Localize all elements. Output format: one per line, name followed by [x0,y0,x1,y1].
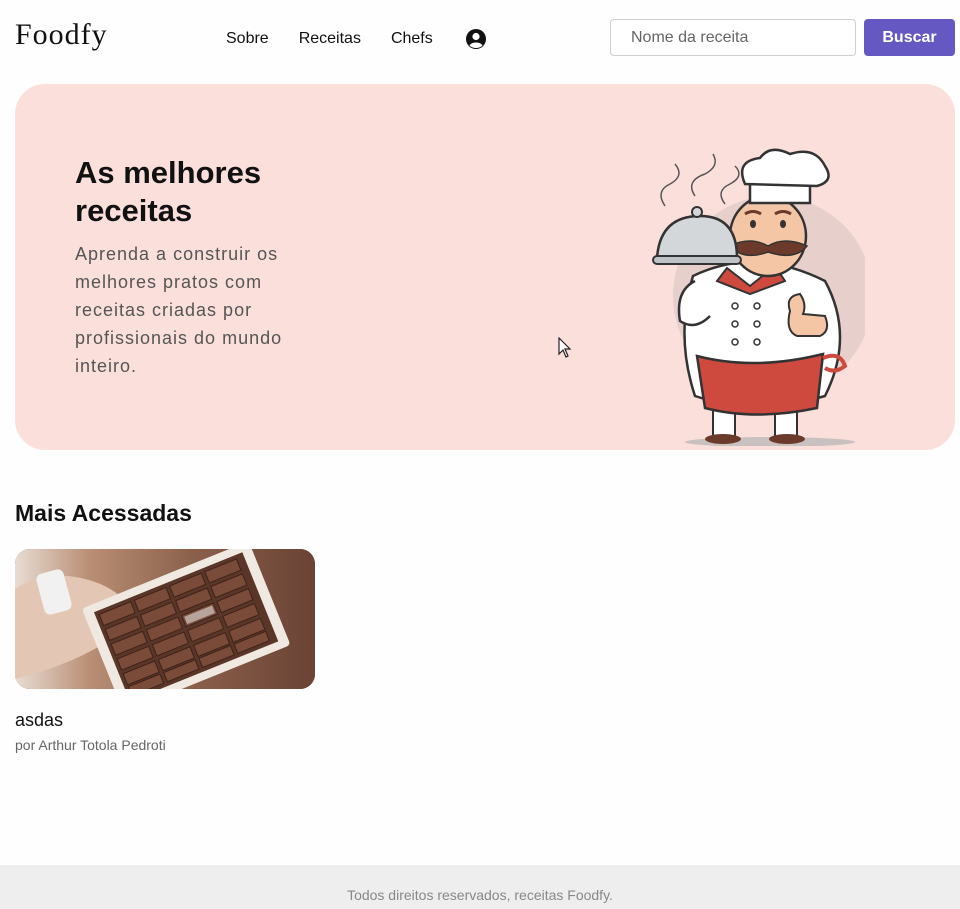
recipe-card-image[interactable] [15,549,315,689]
nav-link-sobre[interactable]: Sobre [226,30,269,48]
chef-illustration [652,148,865,446]
search-button[interactable]: Buscar [864,19,955,56]
hero-banner: As melhores receitas Aprenda a construir… [15,84,955,450]
nav-link-chefs[interactable]: Chefs [391,30,433,48]
mouse-cursor-icon [558,337,572,358]
nav-link-receitas[interactable]: Receitas [299,30,361,48]
search-input[interactable] [610,19,856,56]
section-title-most-accessed: Mais Acessadas [15,500,192,526]
hero-description: Aprenda a construir os melhores pratos c… [75,244,283,376]
user-circle-icon[interactable] [465,28,487,50]
recipe-card-title[interactable]: asdas [15,710,315,731]
footer-text: Todos direitos reservados, receitas Food… [347,887,613,903]
logo[interactable]: Foodfy [15,18,108,52]
site-header: Foodfy Sobre Receitas Chefs Buscar [0,0,960,75]
site-footer: Todos direitos reservados, receitas Food… [0,865,960,909]
recipe-card-author: por Arthur Totola Pedroti [15,737,166,753]
main-nav: Sobre Receitas Chefs [226,28,487,50]
recipe-card[interactable]: asdas por Arthur Totola Pedroti [15,549,315,753]
chocolate-box-photo [15,549,315,689]
hero-title: As melhores receitas [75,155,262,228]
